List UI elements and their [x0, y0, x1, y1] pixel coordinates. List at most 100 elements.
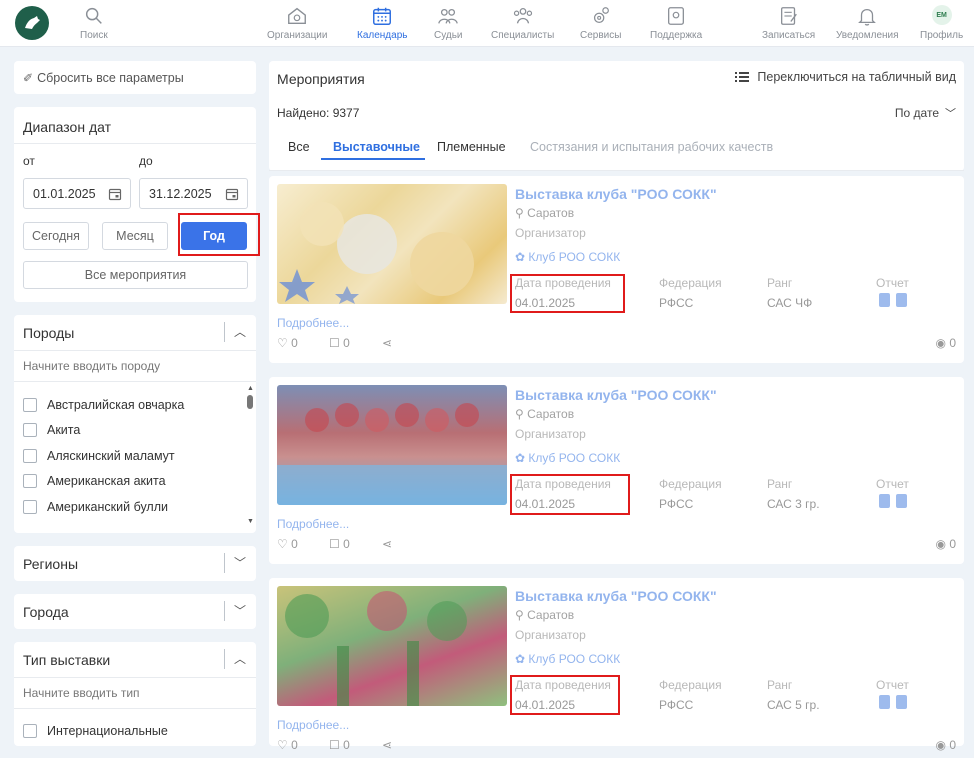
event-title[interactable]: Выставка клуба "РОО СОКК" [515, 387, 717, 403]
chevron-down-icon[interactable]: ﹀ [234, 602, 246, 619]
scroll-up-icon[interactable]: ▲ [247, 385, 254, 392]
chevron-down-icon[interactable]: ﹀ [234, 554, 246, 571]
event-image[interactable] [277, 586, 507, 706]
reset-filters-button[interactable]: ✐ Сбросить все параметры [14, 61, 256, 94]
more-link[interactable]: Подробнее... [277, 517, 349, 531]
chevron-up-icon[interactable]: ︿ [234, 323, 246, 340]
date-range-panel: Диапазон дат от до 01.01.2025 31.12.2025… [14, 107, 260, 302]
tab-all[interactable]: Все [288, 140, 310, 154]
federation-label: Федерация [659, 276, 722, 290]
checkbox[interactable] [23, 449, 37, 463]
more-link[interactable]: Подробнее... [277, 316, 349, 330]
event-club[interactable]: ✿ Клуб РОО СОКК [515, 451, 620, 465]
scroll-down-icon[interactable]: ▼ [247, 518, 254, 525]
report-doc-icon[interactable] [896, 695, 907, 709]
scrollbar-thumb[interactable] [247, 395, 253, 409]
regions-panel[interactable]: Регионы ﹀ [14, 546, 256, 581]
like-button[interactable]: ♡ 0 [277, 336, 298, 350]
comment-button[interactable]: ☐ 0 [329, 537, 350, 551]
event-image[interactable] [277, 184, 507, 304]
tab-competitions[interactable]: Состязания и испытания рабочих качеств [530, 140, 773, 154]
event-club[interactable]: ✿ Клуб РОО СОКК [515, 250, 620, 264]
nav-organizations[interactable]: Организации [267, 5, 327, 41]
report-pdf-icon[interactable] [879, 695, 890, 709]
nav-services[interactable]: Сервисы [580, 5, 621, 41]
cities-panel[interactable]: Города ﹀ [14, 594, 256, 629]
breed-checkbox[interactable]: Акита [23, 423, 80, 437]
date-to-field[interactable]: 31.12.2025 [139, 178, 248, 209]
chevron-up-icon[interactable]: ︿ [234, 650, 246, 667]
nav-label: Календарь [357, 30, 408, 41]
like-button[interactable]: ♡ 0 [277, 537, 298, 551]
nav-signup[interactable]: Записаться [762, 5, 815, 41]
nav-judges[interactable]: Судьи [434, 5, 463, 41]
event-location: ⚲ Саратов [515, 608, 574, 622]
show-type-header[interactable]: Тип выставки ︿ [14, 642, 256, 678]
event-title[interactable]: Выставка клуба "РОО СОКК" [515, 186, 717, 202]
list-icon [735, 72, 750, 82]
share-icon[interactable]: ⋖ [382, 336, 392, 350]
breed-checkbox[interactable]: Австралийская овчарка [23, 398, 184, 412]
event-title[interactable]: Выставка клуба "РОО СОКК" [515, 588, 717, 604]
gears-icon [593, 7, 609, 24]
switch-view-button[interactable]: Переключиться на табличный вид [735, 70, 956, 84]
event-city: Саратов [527, 608, 575, 622]
calendar-icon[interactable] [108, 187, 122, 201]
nav-specialists[interactable]: Специалисты [491, 5, 554, 41]
event-federation: РФСС [659, 296, 694, 310]
tab-breeding[interactable]: Племенные [437, 140, 506, 154]
checkbox[interactable] [23, 724, 37, 738]
breed-search-input[interactable]: Начните вводить породу [23, 359, 160, 373]
breeds-header[interactable]: Породы ︿ [14, 315, 256, 351]
organizer-label: Организатор [515, 628, 586, 642]
event-city: Саратов [527, 407, 575, 421]
nav-profile[interactable]: ЕМ Профиль [920, 5, 963, 41]
breed-label: Аляскинский маламут [47, 449, 175, 463]
nav-search[interactable]: Поиск [80, 5, 108, 41]
nav-notifications[interactable]: Уведомления [836, 5, 899, 41]
nav-calendar[interactable]: Календарь [357, 5, 407, 41]
event-card[interactable]: Выставка клуба "РОО СОКК" ⚲ Саратов Орга… [269, 578, 964, 752]
comment-count: 0 [343, 336, 350, 350]
scrollbar[interactable]: ▲ ▼ [247, 385, 254, 525]
event-card[interactable]: Выставка клуба "РОО СОКК" ⚲ Саратов Орга… [269, 377, 964, 564]
breed-checkbox[interactable]: Аляскинский маламут [23, 449, 175, 463]
like-button[interactable]: ♡ 0 [277, 738, 298, 752]
regions-header[interactable]: Регионы ﹀ [14, 546, 256, 581]
today-button[interactable]: Сегодня [23, 222, 89, 250]
show-type-search-input[interactable]: Начните вводить тип [23, 686, 140, 700]
event-rank: САС 5 гр. [767, 698, 820, 712]
event-image[interactable] [277, 385, 507, 505]
sort-dropdown[interactable]: По дате ﹀ [895, 105, 956, 121]
comment-button[interactable]: ☐ 0 [329, 738, 350, 752]
event-card[interactable]: Выставка клуба "РОО СОКК" ⚲ Саратов Орга… [269, 176, 964, 363]
site-logo[interactable] [15, 6, 49, 40]
green-rosettes-photo [285, 591, 467, 706]
event-location: ⚲ Саратов [515, 407, 574, 421]
show-type-checkbox[interactable]: Интернациональные [23, 724, 168, 738]
share-icon[interactable]: ⋖ [382, 537, 392, 551]
report-pdf-icon[interactable] [879, 494, 890, 508]
cities-header[interactable]: Города ﹀ [14, 594, 256, 629]
more-link[interactable]: Подробнее... [277, 718, 349, 732]
report-doc-icon[interactable] [896, 494, 907, 508]
date-from-field[interactable]: 01.01.2025 [23, 178, 131, 209]
checkbox[interactable] [23, 398, 37, 412]
breed-checkbox[interactable]: Американский булли [23, 500, 168, 514]
checkbox[interactable] [23, 474, 37, 488]
calendar-icon[interactable] [225, 187, 239, 201]
cities-title: Города [23, 603, 69, 620]
checkbox[interactable] [23, 500, 37, 514]
dog-logo-icon [25, 16, 40, 29]
tab-shows[interactable]: Выставочные [333, 140, 420, 154]
breed-checkbox[interactable]: Американская акита [23, 474, 166, 488]
report-doc-icon[interactable] [896, 293, 907, 307]
checkbox[interactable] [23, 423, 37, 437]
report-pdf-icon[interactable] [879, 293, 890, 307]
comment-button[interactable]: ☐ 0 [329, 336, 350, 350]
nav-support[interactable]: Поддержка [650, 5, 702, 41]
all-events-button[interactable]: Все мероприятия [23, 261, 248, 289]
share-icon[interactable]: ⋖ [382, 738, 392, 752]
month-button[interactable]: Месяц [102, 222, 168, 250]
event-club[interactable]: ✿ Клуб РОО СОКК [515, 652, 620, 666]
